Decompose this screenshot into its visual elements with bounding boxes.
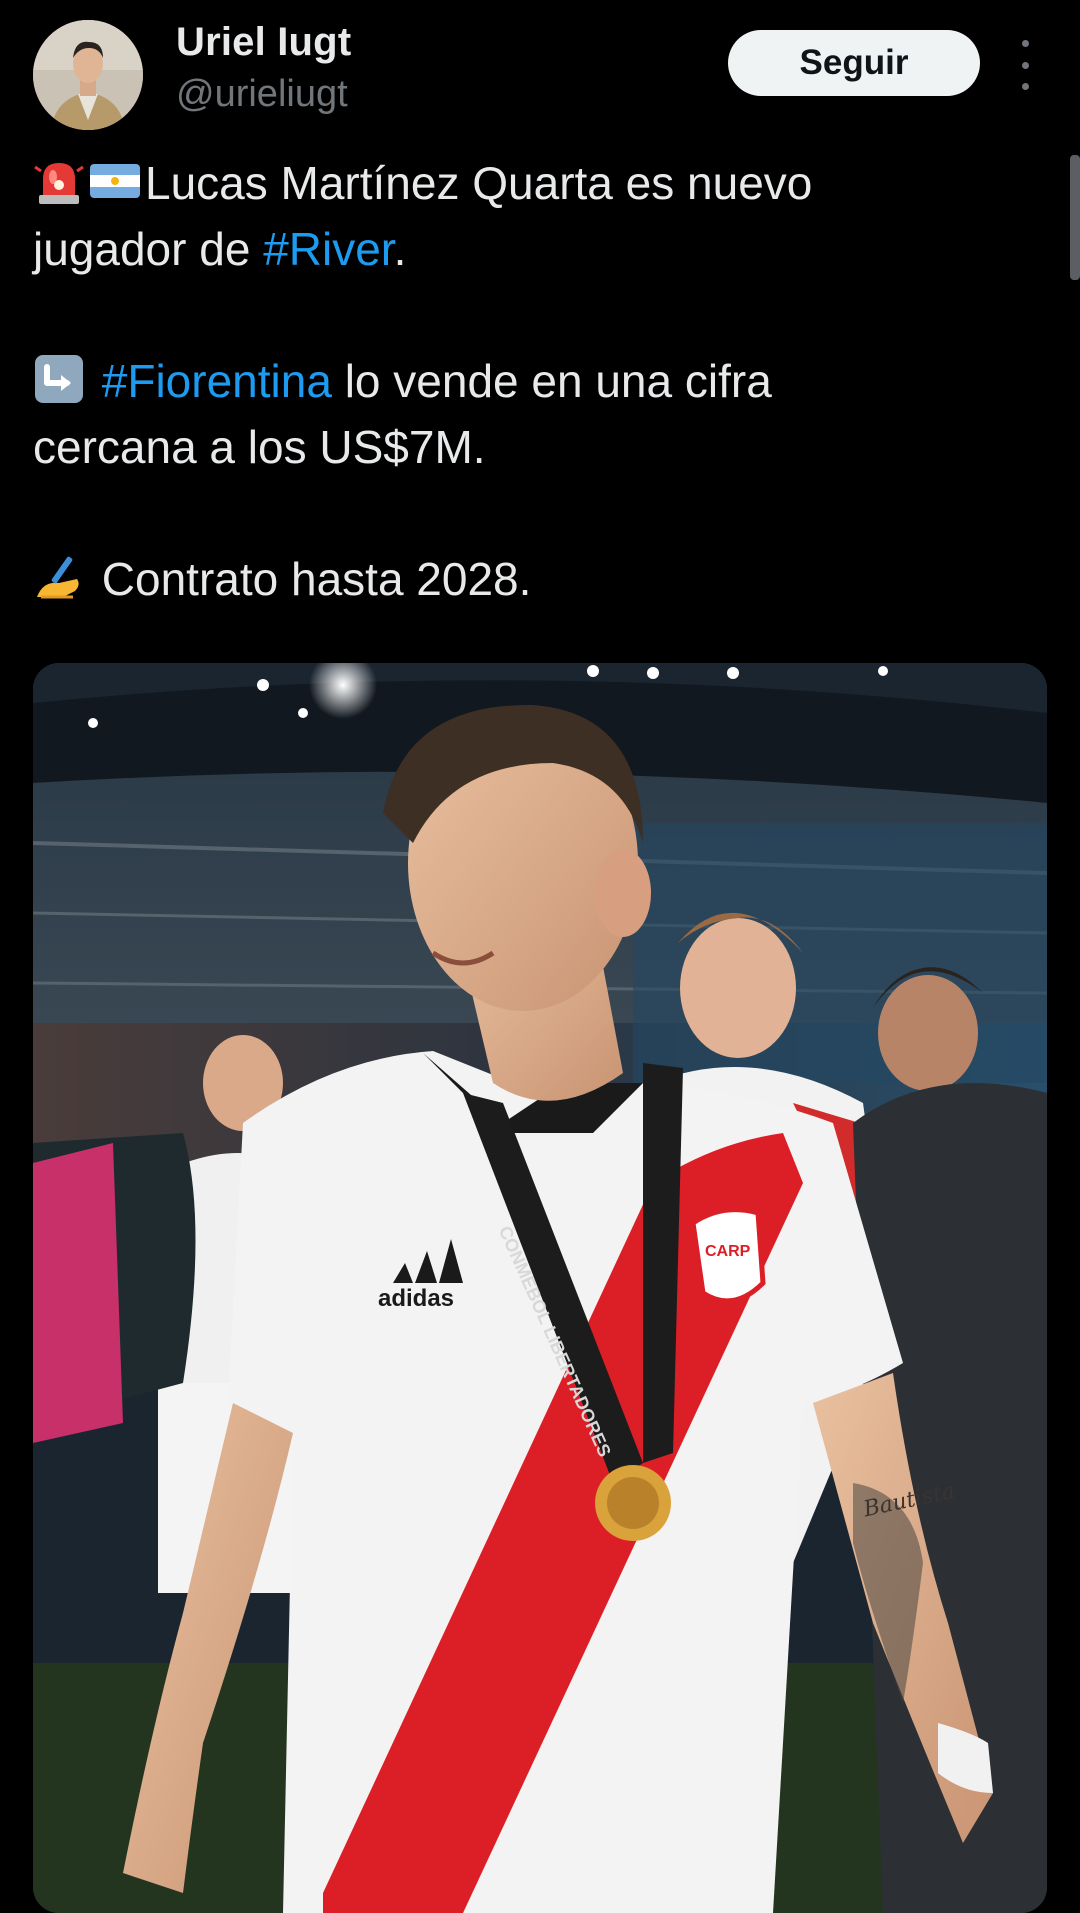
tweet-line: #Fiorentina lo vende en una cifra [33,348,1043,414]
scrollbar[interactable] [1070,155,1080,280]
tweet-photo[interactable]: CONMEBOL LIBERTADORES adidas CARP Bautis… [33,663,1047,1913]
siren-icon [34,163,84,204]
argentina-flag-icon [90,164,140,198]
tweet-line3-text: lo vende en una cifra [331,355,772,407]
writing-hand-icon [37,556,79,599]
author-name[interactable]: Uriel Iugt [176,20,351,65]
tweet-line: Lucas Martínez Quarta es nuevo [33,150,1043,216]
tweet-line5-text: Contrato hasta 2028. [89,553,532,605]
tweet-line2-end: . [393,223,407,275]
tweet-line1-text: Lucas Martínez Quarta es nuevo [145,157,813,209]
hashtag-river-link[interactable]: #River [263,223,393,275]
tweet-line: cercana a los US$7M. [33,414,1043,480]
avatar-person-icon [33,20,143,130]
tweet-text: Lucas Martínez Quarta es nuevo jugador d… [33,150,1043,612]
author-handle[interactable]: @urieliugt [176,73,348,116]
return-arrow-icon [35,355,83,403]
crest-text: CARP [705,1243,751,1260]
follow-button[interactable]: Seguir [728,30,980,96]
hashtag-fiorentina-link[interactable]: #Fiorentina [102,355,332,407]
tweet-line: Contrato hasta 2028. [33,546,1043,612]
adidas-logo-text: adidas [378,1285,455,1312]
avatar[interactable] [33,20,143,130]
tweet-line4-text: cercana a los US$7M. [33,421,486,473]
tweet-line2-text: jugador de [33,223,264,275]
more-options-icon[interactable] [1010,40,1040,90]
tweet-line: jugador de #River. [33,216,1043,282]
